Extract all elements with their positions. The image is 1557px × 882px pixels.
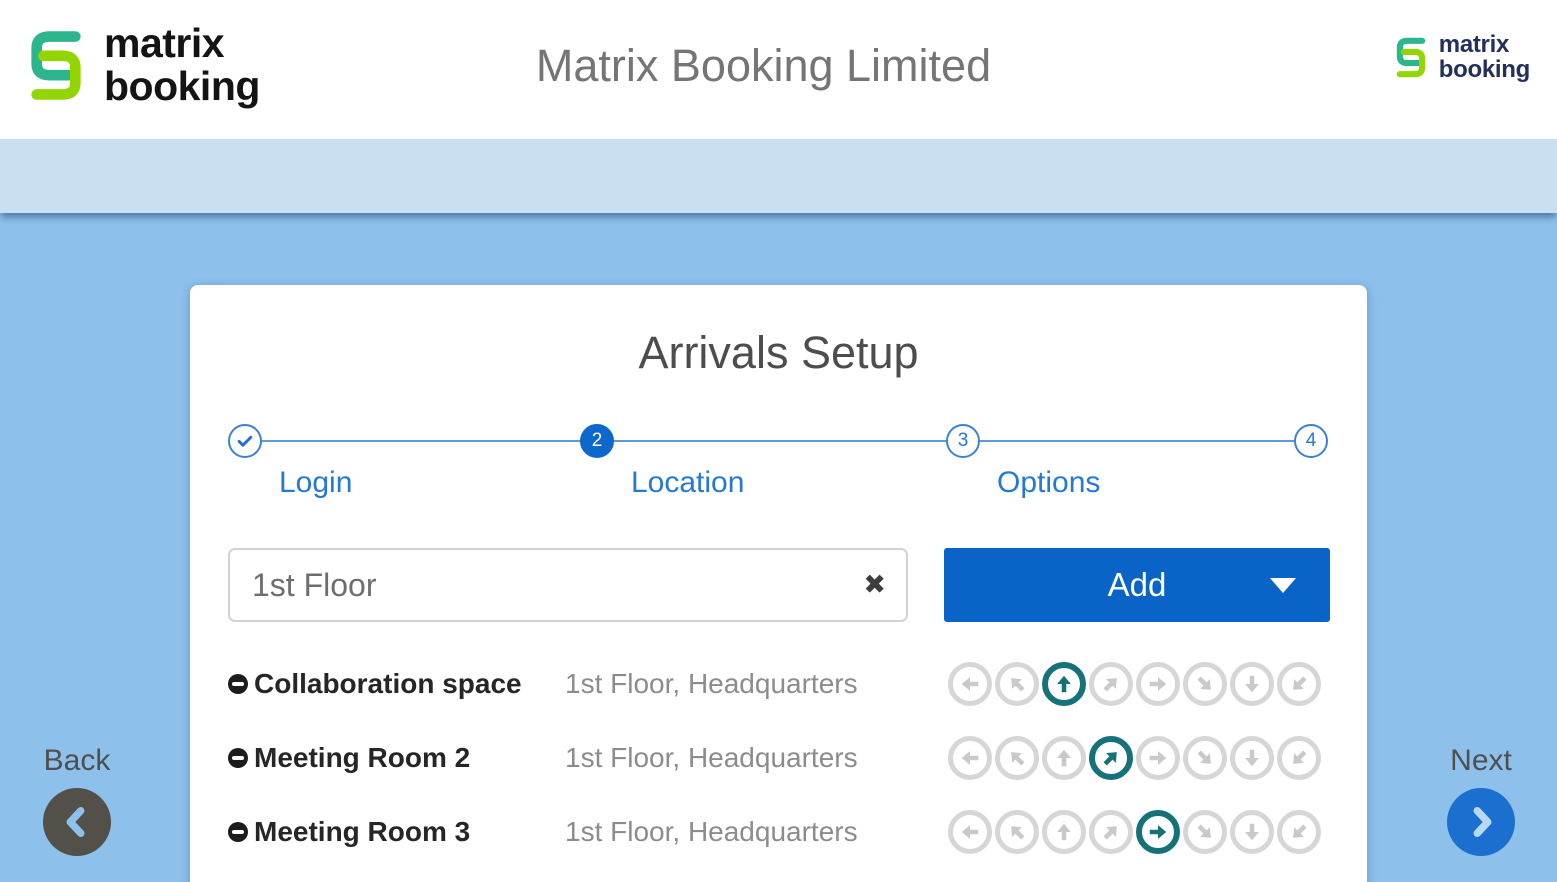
step-number: 2 — [592, 430, 603, 452]
remove-icon[interactable] — [228, 748, 248, 768]
next-label: Next — [1450, 744, 1512, 778]
step-options-label: Options — [997, 466, 1100, 500]
direction-up-right-button[interactable] — [1089, 662, 1133, 706]
step-4[interactable]: 4 — [1294, 424, 1328, 458]
back-label: Back — [44, 744, 111, 778]
direction-selector — [948, 736, 1321, 780]
step-options[interactable]: 3 Options — [946, 424, 980, 458]
direction-up-left-button[interactable] — [995, 810, 1039, 854]
direction-up-right-button[interactable] — [1089, 810, 1133, 854]
logo-small-wordmark: matrix booking — [1439, 32, 1530, 82]
direction-down-left-button[interactable] — [1277, 736, 1321, 780]
location-name: Meeting Room 3 — [254, 816, 470, 848]
stepper-track — [245, 440, 1311, 442]
location-row: Meeting Room 2 1st Floor, Headquarters — [228, 721, 1329, 795]
direction-left-button[interactable] — [948, 662, 992, 706]
direction-left-button[interactable] — [948, 736, 992, 780]
next-button[interactable] — [1447, 788, 1515, 856]
step-options-circle[interactable]: 3 — [946, 424, 980, 458]
wizard-stepper: Login 2 Location 3 Options 4 — [228, 424, 1329, 514]
location-name: Meeting Room 2 — [254, 742, 470, 774]
add-button-label: Add — [1108, 566, 1167, 604]
location-path: 1st Floor, Headquarters — [565, 742, 858, 774]
chevron-down-icon — [1270, 578, 1296, 593]
direction-down-right-button[interactable] — [1183, 736, 1227, 780]
direction-right-button[interactable] — [1136, 736, 1180, 780]
direction-up-button[interactable] — [1042, 736, 1086, 780]
direction-up-right-button[interactable] — [1089, 736, 1133, 780]
header-sub-band — [0, 139, 1557, 213]
page-title: Arrivals Setup — [190, 327, 1367, 379]
direction-up-button[interactable] — [1042, 810, 1086, 854]
location-path: 1st Floor, Headquarters — [565, 668, 858, 700]
chevron-left-icon — [59, 804, 95, 840]
step-location-label: Location — [631, 466, 744, 500]
direction-up-button[interactable] — [1042, 662, 1086, 706]
location-row: Collaboration space 1st Floor, Headquart… — [228, 647, 1329, 721]
logo-small-line1: matrix — [1439, 32, 1530, 57]
location-row: Meeting Room 3 1st Floor, Headquarters — [228, 795, 1329, 869]
location-name: Collaboration space — [254, 668, 522, 700]
direction-selector — [948, 810, 1321, 854]
direction-down-button[interactable] — [1230, 662, 1274, 706]
step-login-label: Login — [279, 466, 352, 500]
step-location-circle[interactable]: 2 — [580, 424, 614, 458]
remove-icon[interactable] — [228, 674, 248, 694]
direction-down-left-button[interactable] — [1277, 810, 1321, 854]
direction-right-button[interactable] — [1136, 662, 1180, 706]
add-button[interactable]: Add — [944, 548, 1330, 622]
location-search: ✖ — [228, 548, 908, 622]
step-number: 3 — [958, 430, 969, 452]
step-login-circle[interactable] — [228, 424, 262, 458]
back-button[interactable] — [43, 788, 111, 856]
direction-right-button[interactable] — [1136, 810, 1180, 854]
direction-down-right-button[interactable] — [1183, 662, 1227, 706]
step-4-circle[interactable]: 4 — [1294, 424, 1328, 458]
matrix-booking-logo-small-icon — [1393, 33, 1429, 82]
step-location[interactable]: 2 Location — [580, 424, 614, 458]
location-path: 1st Floor, Headquarters — [565, 816, 858, 848]
direction-down-left-button[interactable] — [1277, 662, 1321, 706]
check-icon — [235, 431, 255, 451]
direction-down-right-button[interactable] — [1183, 810, 1227, 854]
direction-selector — [948, 662, 1321, 706]
direction-up-left-button[interactable] — [995, 662, 1039, 706]
company-title: Matrix Booking Limited — [0, 40, 1527, 92]
app-header: matrix booking Matrix Booking Limited ma… — [0, 0, 1557, 139]
logo-small-line2: booking — [1439, 57, 1530, 82]
matrix-booking-logo-small: matrix booking — [1393, 32, 1530, 82]
direction-left-button[interactable] — [948, 810, 992, 854]
chevron-right-icon — [1463, 804, 1499, 840]
direction-down-button[interactable] — [1230, 736, 1274, 780]
step-number: 4 — [1306, 430, 1317, 452]
clear-icon[interactable]: ✖ — [863, 572, 886, 599]
arrivals-setup-card: Arrivals Setup Login 2 Location 3 Option… — [190, 285, 1367, 882]
step-login[interactable]: Login — [228, 424, 262, 458]
remove-icon[interactable] — [228, 822, 248, 842]
direction-up-left-button[interactable] — [995, 736, 1039, 780]
direction-down-button[interactable] — [1230, 810, 1274, 854]
location-search-input[interactable] — [228, 548, 908, 622]
